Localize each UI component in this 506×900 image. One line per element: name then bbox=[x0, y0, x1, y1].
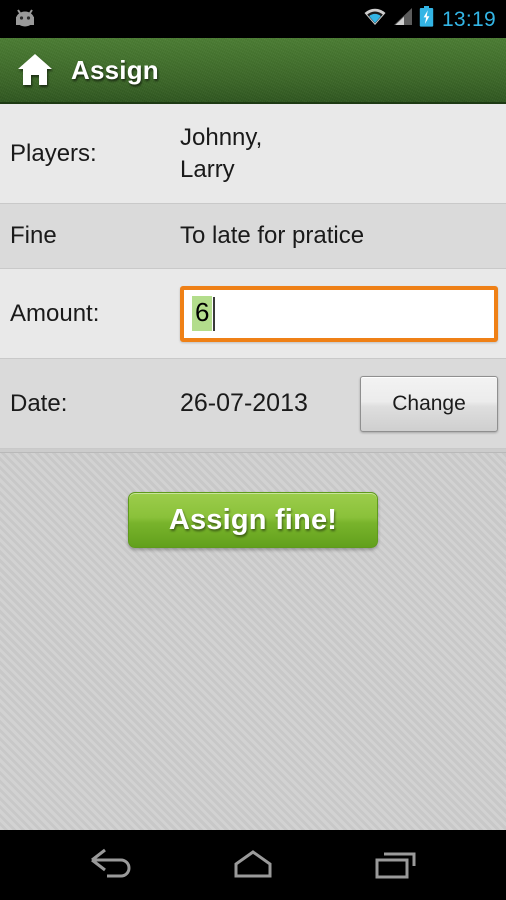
players-value: Johnny, Larry bbox=[180, 122, 498, 185]
cell-signal-icon bbox=[392, 7, 414, 31]
navigation-bar bbox=[0, 830, 506, 900]
fine-value: To late for pratice bbox=[180, 222, 365, 250]
home-icon[interactable] bbox=[14, 49, 56, 91]
change-date-button[interactable]: Change bbox=[360, 375, 498, 432]
battery-charging-icon bbox=[419, 6, 434, 32]
form-row-amount: Amount: 6 bbox=[0, 269, 506, 359]
players-value-line-2: Larry bbox=[180, 155, 235, 183]
fine-label: Fine bbox=[10, 222, 57, 250]
status-bar-clock: 13:19 bbox=[441, 7, 496, 31]
form-row-date: Date: 26-07-2013 Change bbox=[0, 359, 506, 449]
wifi-icon bbox=[363, 7, 387, 31]
form-row-fine: Fine To late for pratice bbox=[0, 204, 506, 269]
status-bar: 13:19 bbox=[0, 0, 506, 38]
status-bar-notifications bbox=[12, 7, 38, 32]
amount-input-value: 6 bbox=[192, 296, 213, 331]
back-arrow-icon[interactable] bbox=[66, 835, 156, 895]
date-value: 26-07-2013 bbox=[180, 389, 308, 417]
players-label: Players: bbox=[10, 139, 97, 167]
home-pentagon-icon[interactable] bbox=[208, 835, 298, 895]
amount-label: Amount: bbox=[10, 299, 100, 327]
text-caret bbox=[213, 296, 216, 331]
phone-screen: 13:19 Assign Players: Johnny, Larry Fine… bbox=[0, 0, 506, 900]
main-content: Assign fine! bbox=[0, 452, 506, 830]
action-bar: Assign bbox=[0, 38, 506, 104]
amount-input[interactable]: 6 bbox=[180, 285, 498, 342]
form-row-players: Players: Johnny, Larry bbox=[0, 104, 506, 204]
assign-form: Players: Johnny, Larry Fine To late for … bbox=[0, 104, 506, 449]
assign-fine-button[interactable]: Assign fine! bbox=[128, 492, 378, 548]
android-robot-icon bbox=[12, 7, 38, 32]
players-value-line-1: Johnny, bbox=[180, 123, 263, 151]
assign-fine-button-label: Assign fine! bbox=[168, 503, 338, 536]
date-label: Date: bbox=[10, 389, 68, 417]
status-bar-system-icons: 13:19 bbox=[363, 6, 496, 32]
page-title: Assign bbox=[71, 54, 159, 85]
recent-apps-icon[interactable] bbox=[350, 835, 440, 895]
